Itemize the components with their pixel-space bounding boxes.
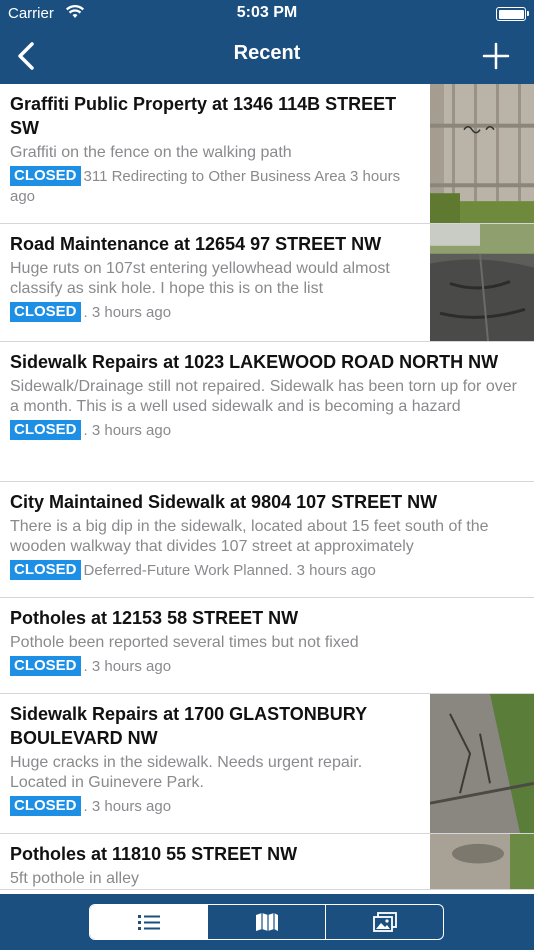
item-meta: . 3 hours ago — [83, 422, 172, 439]
status-badge: CLOSED — [10, 560, 81, 580]
item-description: There is a big dip in the sidewalk, loca… — [10, 518, 489, 555]
item-title: City Maintained Sidewalk at 9804 107 STR… — [10, 492, 438, 512]
report-photo-thumbnail — [430, 834, 534, 889]
item-description: Sidewalk/Drainage still not repaired. Si… — [10, 378, 517, 415]
list-item[interactable]: Road Maintenance at 12654 97 STREET NW H… — [0, 224, 534, 342]
item-description: Graffiti on the fence on the walking pat… — [10, 144, 292, 161]
item-meta: Deferred-Future Work Planned. 3 hours ag… — [83, 562, 376, 579]
tab-list[interactable] — [90, 905, 208, 939]
tab-map[interactable] — [208, 905, 326, 939]
item-meta-line: CLOSED. 3 hours ago — [10, 302, 422, 323]
nav-bar: Recent — [0, 28, 534, 84]
item-meta-line: CLOSED. 3 hours ago — [10, 796, 422, 817]
view-mode-segmented-control[interactable] — [89, 904, 444, 940]
item-title: Graffiti Public Property at 1346 114B ST… — [10, 94, 397, 138]
list-item[interactable]: Sidewalk Repairs at 1023 LAKEWOOD ROAD N… — [0, 342, 534, 482]
item-meta-line: CLOSED Deferred-Future Work Planned. 3 ho… — [10, 560, 524, 581]
battery-icon — [496, 7, 529, 21]
list-item[interactable]: Potholes at 11810 55 STREET NW 5ft potho… — [0, 834, 534, 890]
item-title: Road Maintenance at 12654 97 STREET NW — [10, 234, 382, 254]
navigation-header: Carrier 5:03 PM Recent — [0, 0, 534, 84]
item-title: Sidewalk Repairs at 1700 GLASTONBURY BOU… — [10, 704, 367, 748]
add-report-button[interactable] — [478, 38, 514, 74]
item-title: Sidewalk Repairs at 1023 LAKEWOOD ROAD N… — [10, 352, 499, 372]
status-time: 5:03 PM — [236, 4, 298, 21]
item-description: Huge cracks in the sidewalk. Needs urgen… — [10, 754, 363, 791]
page-title: Recent — [233, 42, 301, 64]
status-bar: Carrier 5:03 PM — [0, 0, 534, 28]
item-title: Potholes at 11810 55 STREET NW — [10, 844, 298, 864]
report-photo-thumbnail — [430, 84, 534, 223]
plus-icon — [482, 42, 510, 70]
report-photo-thumbnail — [430, 224, 534, 341]
item-meta: . 3 hours ago — [83, 658, 172, 675]
status-badge: CLOSED — [10, 796, 81, 816]
list-item[interactable]: Graffiti Public Property at 1346 114B ST… — [0, 84, 534, 224]
item-meta-line: CLOSED. 3 hours ago — [10, 656, 524, 677]
item-description: Pothole been reported several times but … — [10, 634, 359, 651]
item-description: Huge ruts on 107st entering yellowhead w… — [10, 260, 390, 297]
list-item[interactable]: City Maintained Sidewalk at 9804 107 STR… — [0, 482, 534, 598]
status-badge: CLOSED — [10, 302, 81, 322]
item-meta: . 3 hours ago — [83, 798, 172, 815]
bottom-tab-bar — [0, 894, 534, 950]
status-badge: CLOSED — [10, 166, 81, 186]
report-list[interactable]: Graffiti Public Property at 1346 114B ST… — [0, 84, 534, 894]
list-item[interactable]: Potholes at 12153 58 STREET NW Pothole b… — [0, 598, 534, 694]
list-icon — [137, 915, 160, 930]
item-meta: . 3 hours ago — [83, 304, 172, 321]
item-meta-line: CLOSED 311 Redirecting to Other Business … — [10, 166, 422, 207]
item-description: 5ft pothole in alley — [10, 870, 139, 887]
status-badge: CLOSED — [10, 656, 81, 676]
status-badge: CLOSED — [10, 420, 81, 440]
photo-gallery-icon — [372, 912, 397, 932]
tab-photos[interactable] — [326, 905, 443, 939]
map-icon — [255, 913, 278, 931]
item-meta-line: CLOSED. 3 hours ago — [10, 420, 524, 441]
item-title: Potholes at 12153 58 STREET NW — [10, 608, 299, 628]
report-photo-thumbnail — [430, 694, 534, 833]
list-item[interactable]: Sidewalk Repairs at 1700 GLASTONBURY BOU… — [0, 694, 534, 834]
